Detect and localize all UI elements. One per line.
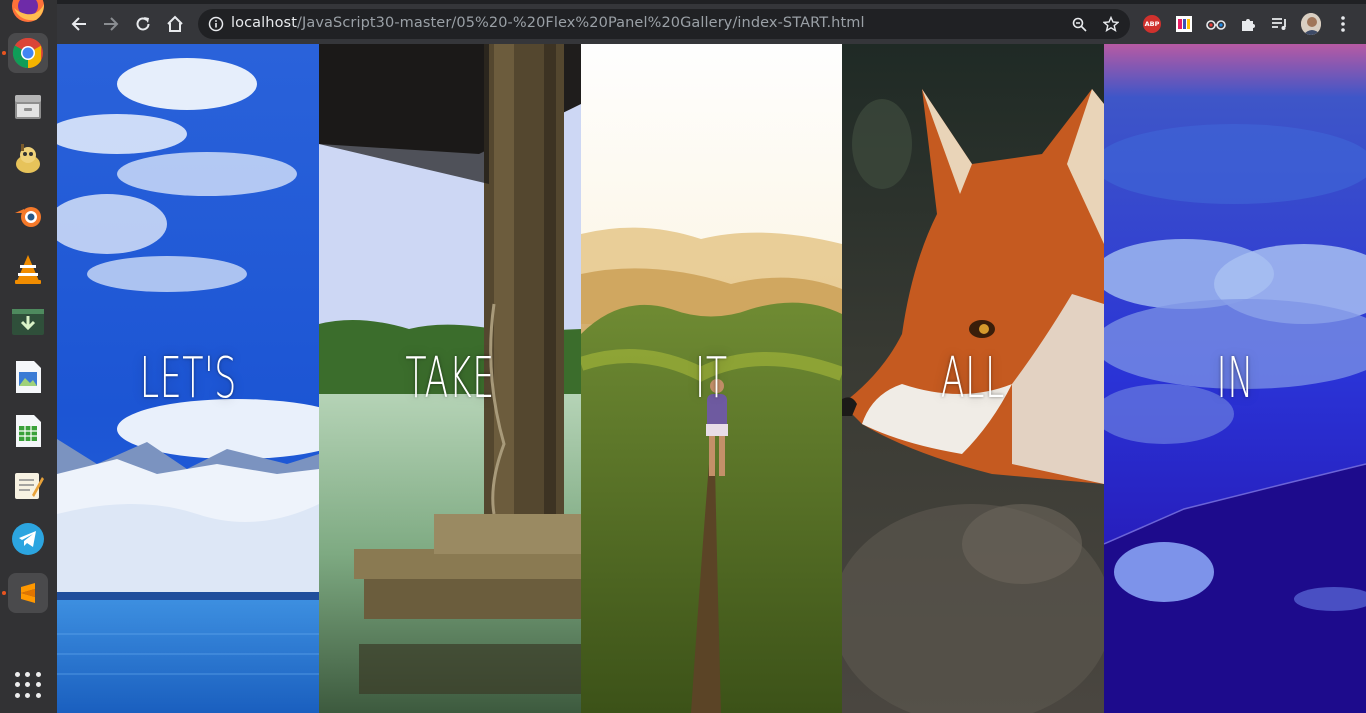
star-icon: [1103, 16, 1119, 32]
playlist-icon: [1272, 18, 1286, 30]
panel-all[interactable]: ALL: [842, 44, 1104, 713]
telegram-icon: [12, 523, 44, 555]
dock-vlc[interactable]: [8, 249, 48, 289]
home-icon: [167, 15, 183, 32]
glasses-extension[interactable]: [1206, 14, 1226, 34]
arrow-right-icon: [104, 17, 119, 31]
extensions-button[interactable]: [1238, 14, 1258, 34]
document-viewer-icon: [16, 361, 41, 393]
show-applications-icon[interactable]: [15, 672, 41, 698]
dock-spreadsheet[interactable]: [8, 411, 48, 451]
terminal-download-icon: [12, 309, 44, 335]
dock-download[interactable]: [8, 302, 48, 342]
profile-button[interactable]: [1301, 13, 1321, 35]
media-control-button[interactable]: [1270, 14, 1290, 34]
panel-lets[interactable]: LET'S: [57, 44, 319, 713]
panel-it[interactable]: IT: [581, 44, 842, 713]
address-bar[interactable]: localhost/JavaScript30-master/05%20-%20F…: [198, 9, 1130, 39]
dock-telegram[interactable]: [8, 519, 48, 559]
zoom-button[interactable]: [1070, 15, 1088, 33]
ubuntu-dock: [0, 0, 57, 713]
gimp-icon: [16, 144, 40, 173]
vlc-icon: [15, 255, 41, 284]
blender-icon: [15, 207, 41, 227]
panel-word: ALL: [940, 346, 1006, 411]
dock-sublime[interactable]: [8, 573, 48, 613]
palette-extension-icon: [1176, 16, 1192, 32]
color-extension[interactable]: [1174, 14, 1194, 34]
forward-button[interactable]: [97, 10, 125, 38]
sublime-text-icon: [16, 580, 40, 606]
dock-files[interactable]: [8, 87, 48, 127]
panel-word: IN: [1216, 346, 1254, 411]
puzzle-icon: [1241, 18, 1255, 31]
panel-word: LET'S: [139, 346, 237, 411]
chrome-icon: [12, 37, 43, 69]
site-info-icon[interactable]: [208, 16, 224, 32]
browser-toolbar: localhost/JavaScript30-master/05%20-%20F…: [57, 0, 1366, 44]
dock-firefox[interactable]: [8, 0, 48, 26]
firefox-icon: [12, 0, 44, 22]
url-host: localhost: [231, 15, 297, 31]
avatar: [1301, 13, 1321, 35]
dock-document-viewer[interactable]: [8, 357, 48, 397]
chrome-menu-button[interactable]: [1333, 14, 1353, 34]
text-editor-icon: [15, 473, 44, 499]
file-manager-icon: [15, 95, 41, 119]
panel-take[interactable]: TAKE: [319, 44, 581, 713]
arrow-left-icon: [71, 17, 86, 31]
reload-icon: [136, 17, 150, 31]
kebab-menu-icon: [1341, 16, 1345, 32]
spreadsheet-icon: [16, 415, 41, 447]
dock-blender[interactable]: [8, 195, 48, 235]
flex-panel-gallery: LET'S TAKE IT ALL IN: [57, 44, 1366, 713]
dock-gimp[interactable]: [8, 139, 48, 179]
glasses-icon: [1206, 20, 1226, 30]
profile-avatar-icon: [1301, 13, 1321, 35]
reload-button[interactable]: [129, 10, 157, 38]
bookmark-button[interactable]: [1102, 15, 1120, 33]
home-button[interactable]: [161, 10, 189, 38]
panel-word: TAKE: [405, 346, 495, 411]
magnifier-icon: [1072, 17, 1087, 32]
url-path: /JavaScript30-master/05%20-%20Flex%20Pan…: [297, 15, 865, 31]
back-button[interactable]: [65, 10, 93, 38]
adblock-icon: ABP: [1143, 15, 1161, 33]
dock-text-editor[interactable]: [8, 465, 48, 505]
panel-word: IT: [695, 346, 728, 411]
panel-in[interactable]: IN: [1104, 44, 1366, 713]
adblock-extension[interactable]: ABP: [1142, 14, 1162, 34]
dock-chrome[interactable]: [8, 33, 48, 73]
url-text: localhost/JavaScript30-master/05%20-%20F…: [231, 15, 865, 31]
